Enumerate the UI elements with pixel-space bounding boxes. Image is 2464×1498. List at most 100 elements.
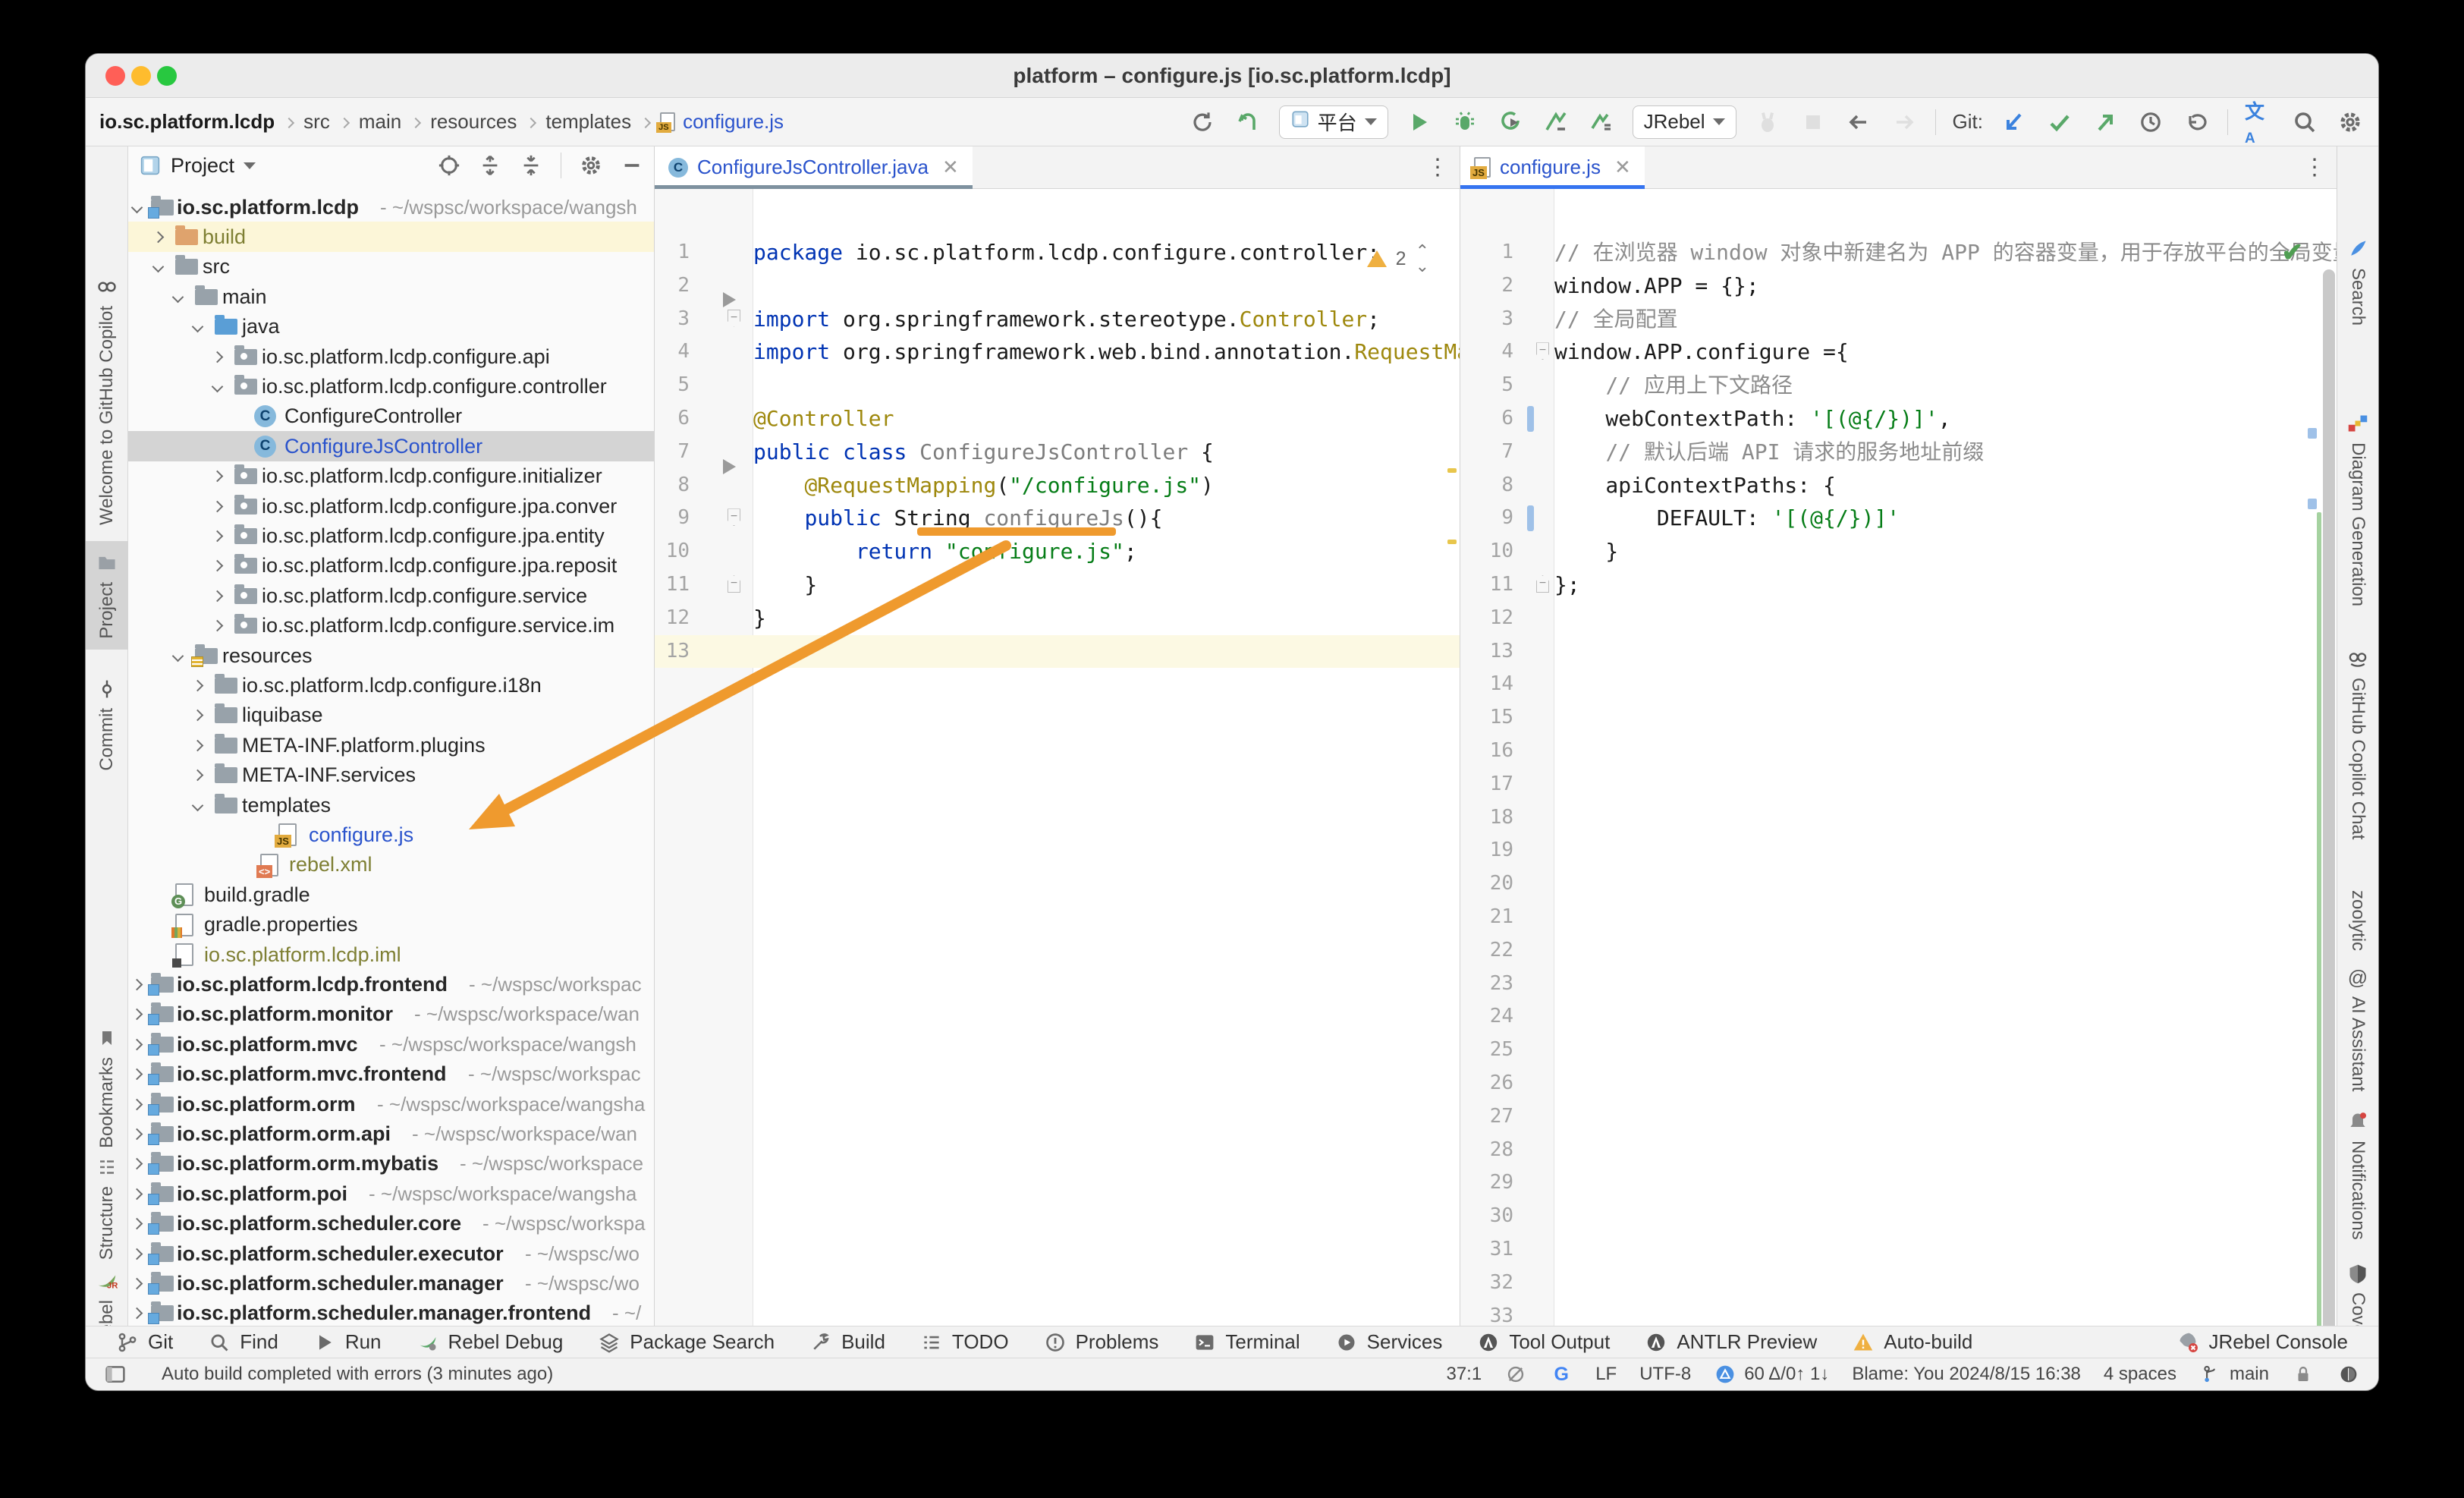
tree-row-META-INF.platform.plugins[interactable]: META-INF.platform.plugins xyxy=(128,730,654,760)
git-commit-icon[interactable] xyxy=(2045,108,2074,137)
tree-row-build[interactable]: build xyxy=(128,222,654,252)
tree-row-io.sc.platform.lcdp.configure.initializer[interactable]: io.sc.platform.lcdp.configure.initialize… xyxy=(128,461,654,492)
editor-options-icon[interactable]: ⋮ xyxy=(2303,154,2326,181)
chevron-collapsed-icon[interactable] xyxy=(131,1098,143,1110)
tree-row-io.sc.platform.lcdp.configure.service.im[interactable]: io.sc.platform.lcdp.configure.service.im xyxy=(128,611,654,641)
tree-row-io.sc.platform.mvc.frontend[interactable]: io.sc.platform.mvc.frontend- ~/wspsc/wor… xyxy=(128,1059,654,1090)
status-main[interactable]: main xyxy=(2199,1363,2269,1386)
chevron-collapsed-icon[interactable] xyxy=(192,739,204,751)
toolwindow-button-todo[interactable]: TODO xyxy=(920,1330,1009,1354)
tree-row-io.sc.platform.scheduler.executor[interactable]: io.sc.platform.scheduler.executor- ~/wsp… xyxy=(128,1238,654,1269)
tree-row-io.sc.platform.lcdp[interactable]: io.sc.platform.lcdp- ~/wspsc/workspace/w… xyxy=(128,192,654,222)
chevron-collapsed-icon[interactable] xyxy=(131,1278,143,1290)
gutter-run-marker-icon[interactable] xyxy=(723,459,736,474)
tab-configure-js[interactable]: JS configure.js ✕ xyxy=(1460,146,1645,188)
right-editor-body[interactable]: 1// 在浏览器 window 对象中新建名为 APP 的容器变量，用于存放平台… xyxy=(1460,189,2337,1326)
tree-row-io.sc.platform.lcdp.frontend[interactable]: io.sc.platform.lcdp.frontend- ~/wspsc/wo… xyxy=(128,969,654,999)
chevron-collapsed-icon[interactable] xyxy=(131,1188,143,1200)
lock-icon[interactable] xyxy=(2292,1363,2315,1386)
toolwindow-button-package-search[interactable]: Package Search xyxy=(598,1330,775,1354)
tree-row-io.sc.platform.monitor[interactable]: io.sc.platform.monitor- ~/wspsc/workspac… xyxy=(128,999,654,1030)
tree-row-src[interactable]: src xyxy=(128,252,654,282)
tree-row-gradle.properties[interactable]: gradle.properties xyxy=(128,910,654,940)
sidebar-item-project[interactable]: Project xyxy=(86,541,128,650)
breadcrumb-item-resources[interactable]: resources xyxy=(430,110,517,134)
chevron-collapsed-icon[interactable] xyxy=(131,1068,143,1081)
tree-row-configure.js[interactable]: JSconfigure.js xyxy=(128,820,654,850)
chevron-collapsed-icon[interactable] xyxy=(212,500,224,512)
tree-row-liquibase[interactable]: liquibase xyxy=(128,700,654,731)
chevron-collapsed-icon[interactable] xyxy=(131,1038,143,1050)
run-configuration-select[interactable]: 平台 xyxy=(1279,105,1388,139)
chevron-collapsed-icon[interactable] xyxy=(192,769,204,782)
sidebar-item-zoolytic[interactable]: zoolytic xyxy=(2337,860,2379,951)
chevron-expanded-icon[interactable] xyxy=(131,201,143,213)
close-tab-icon[interactable]: ✕ xyxy=(1614,156,1631,179)
settings-icon[interactable] xyxy=(580,154,602,177)
minus-icon[interactable] xyxy=(621,154,643,177)
toolwindow-button-find[interactable]: Find xyxy=(208,1330,278,1354)
tree-row-templates[interactable]: templates xyxy=(128,790,654,820)
tree-row-io.sc.platform.lcdp.configure.jpa.entity[interactable]: io.sc.platform.lcdp.configure.jpa.entity xyxy=(128,521,654,551)
git-update-icon[interactable] xyxy=(2000,108,2029,137)
sidebar-item-github-copilot-chat[interactable]: GitHub Copilot Chat xyxy=(2337,647,2379,839)
chevron-collapsed-icon[interactable] xyxy=(212,560,224,572)
back-icon[interactable] xyxy=(1844,108,1873,137)
tree-row-io.sc.platform.lcdp.configure.i18n[interactable]: io.sc.platform.lcdp.configure.i18n xyxy=(128,670,654,700)
theme-icon[interactable] xyxy=(2337,1363,2360,1386)
tree-row-io.sc.platform.lcdp.configure.jpa.reposit[interactable]: io.sc.platform.lcdp.configure.jpa.reposi… xyxy=(128,551,654,581)
tree-row-io.sc.platform.lcdp.configure.api[interactable]: io.sc.platform.lcdp.configure.api xyxy=(128,341,654,372)
toolwindow-button-rebel-debug[interactable]: Rebel Debug xyxy=(416,1330,564,1354)
tree-row-io.sc.platform.orm.api[interactable]: io.sc.platform.orm.api- ~/wspsc/workspac… xyxy=(128,1119,654,1149)
tree-row-resources[interactable]: resources xyxy=(128,640,654,671)
chevron-collapsed-icon[interactable] xyxy=(152,231,165,244)
git-push-icon[interactable] xyxy=(2091,108,2120,137)
tree-row-META-INF.services[interactable]: META-INF.services xyxy=(128,760,654,791)
status-message[interactable]: Auto build completed with errors (3 minu… xyxy=(162,1364,553,1385)
google-icon[interactable]: G xyxy=(1550,1363,1573,1386)
chevron-collapsed-icon[interactable] xyxy=(131,1128,143,1141)
chevron-expanded-icon[interactable] xyxy=(172,291,184,303)
tree-row-io.sc.platform.lcdp.configure.jpa.conver[interactable]: io.sc.platform.lcdp.configure.jpa.conver xyxy=(128,491,654,521)
tree-row-main[interactable]: main xyxy=(128,282,654,312)
toolwindow-button-git[interactable]: Git xyxy=(116,1330,173,1354)
tree-row-ConfigureJsController[interactable]: CConfigureJsController xyxy=(128,431,654,461)
tree-row-rebel.xml[interactable]: <>rebel.xml xyxy=(128,850,654,880)
stop-icon[interactable] xyxy=(1799,108,1828,137)
history-icon[interactable] xyxy=(2136,108,2165,137)
chevron-collapsed-icon[interactable] xyxy=(192,710,204,722)
play-icon[interactable] xyxy=(1405,108,1434,137)
scrollbar-thumb[interactable] xyxy=(2323,269,2335,1326)
sidebar-item-commit[interactable]: Commit xyxy=(86,678,128,771)
breadcrumb-item-io.sc.platform.lcdp[interactable]: io.sc.platform.lcdp xyxy=(99,110,275,134)
tree-row-ConfigureController[interactable]: CConfigureController xyxy=(128,401,654,432)
tree-row-io.sc.platform.lcdp.configure.controller[interactable]: io.sc.platform.lcdp.configure.controller xyxy=(128,371,654,401)
breadcrumb-item-main[interactable]: main xyxy=(359,110,401,134)
target-icon[interactable] xyxy=(438,154,460,177)
chevron-collapsed-icon[interactable] xyxy=(192,680,204,692)
sidebar-item-structure[interactable]: Structure xyxy=(86,1156,128,1260)
project-view-dropdown[interactable] xyxy=(244,162,256,169)
chevron-expanded-icon[interactable] xyxy=(152,261,165,273)
sync-icon[interactable] xyxy=(1188,108,1217,137)
status-4-spaces[interactable]: 4 spaces xyxy=(2104,1364,2176,1385)
chevron-collapsed-icon[interactable] xyxy=(131,979,143,991)
chevron-expanded-icon[interactable] xyxy=(172,650,184,662)
sidebar-item-ai-assistant[interactable]: @AI Assistant xyxy=(2337,966,2379,1091)
breadcrumb-item-templates[interactable]: templates xyxy=(545,110,631,134)
breadcrumb-item-src[interactable]: src xyxy=(303,110,330,134)
tree-row-io.sc.platform.poi[interactable]: io.sc.platform.poi- ~/wspsc/workspace/wa… xyxy=(128,1179,654,1209)
toolwindow-button-terminal[interactable]: Terminal xyxy=(1193,1330,1300,1354)
tree-row-io.sc.platform.scheduler.manager[interactable]: io.sc.platform.scheduler.manager- ~/wsps… xyxy=(128,1268,654,1298)
toolwindow-button-jrebel-console[interactable]: JRebel Console xyxy=(2176,1330,2348,1354)
tree-row-io.sc.platform.orm[interactable]: io.sc.platform.orm- ~/wspsc/workspace/wa… xyxy=(128,1089,654,1119)
collapse-all-icon[interactable] xyxy=(520,154,542,177)
toolwindow-button-antlr-preview[interactable]: ANTLR Preview xyxy=(1645,1330,1817,1354)
settings-icon[interactable] xyxy=(2336,108,2365,137)
left-editor-body[interactable]: 1package io.sc.platform.lcdp.configure.c… xyxy=(655,189,1460,1326)
revert-green-icon[interactable] xyxy=(1234,108,1262,137)
chevron-collapsed-icon[interactable] xyxy=(212,351,224,363)
tree-row-io.sc.platform.mvc[interactable]: io.sc.platform.mvc- ~/wspsc/workspace/wa… xyxy=(128,1029,654,1059)
chevron-collapsed-icon[interactable] xyxy=(212,620,224,632)
toolwindow-toggle-icon[interactable] xyxy=(104,1363,127,1386)
